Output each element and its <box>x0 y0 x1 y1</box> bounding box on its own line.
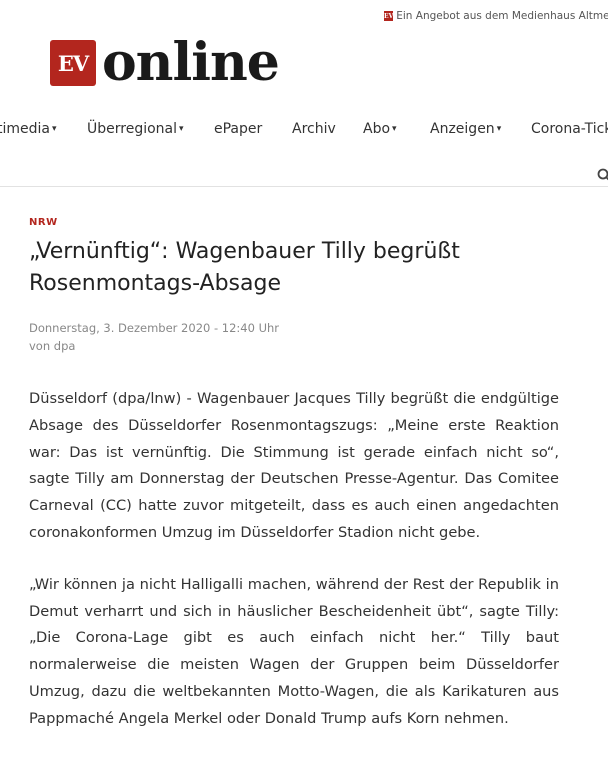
nav-divider <box>0 186 608 187</box>
logo-wordmark: online <box>102 32 280 93</box>
nav-item-archiv[interactable]: Archiv <box>292 121 336 137</box>
nav-label: ePaper <box>214 121 263 137</box>
article-paragraph: „Wir können ja nicht Halligalli machen, … <box>29 575 559 727</box>
article-paragraph: Düsseldorf (dpa/lnw) - Wagenbauer Jacque… <box>29 390 559 541</box>
nav-item-multimedia[interactable]: timedia ▾ <box>0 121 57 137</box>
nav-item-anzeigen[interactable]: Anzeigen ▾ <box>430 121 501 137</box>
publisher-logo-icon: EV <box>384 11 394 21</box>
nav-label: Anzeigen <box>430 121 495 137</box>
article-meta: Donnerstag, 3. Dezember 2020 - 12:40 Uhr… <box>29 319 279 355</box>
nav-item-abo[interactable]: Abo ▾ <box>363 121 397 137</box>
search-icon[interactable] <box>597 168 608 182</box>
nav-label: Corona-Tick <box>531 121 608 137</box>
chevron-down-icon: ▾ <box>392 124 397 134</box>
main-navigation: timedia ▾ Überregional ▾ ePaper Archiv Abo… <box>0 119 608 143</box>
nav-item-corona-ticker[interactable]: Corona-Tick <box>531 121 608 137</box>
nav-label: Abo <box>363 121 391 137</box>
publisher-bar: EV Ein Angebot aus dem Medienhaus Altmep <box>384 10 608 22</box>
site-logo[interactable]: EV online <box>50 32 280 93</box>
chevron-down-icon: ▾ <box>496 124 502 134</box>
logo-mark: EV <box>50 40 96 86</box>
nav-label: timedia <box>0 121 50 137</box>
nav-item-ueberregional[interactable]: Überregional ▾ <box>87 121 184 137</box>
chevron-down-icon: ▾ <box>179 124 184 134</box>
author-byline: von dpa <box>29 339 76 353</box>
nav-label: Archiv <box>292 121 336 137</box>
publish-date: Donnerstag, 3. Dezember 2020 - 12:40 Uhr <box>29 321 280 335</box>
article-title: „Vernünftig“: Wagenbauer Tilly begrüßt R… <box>29 239 460 296</box>
chevron-down-icon: ▾ <box>52 124 57 134</box>
nav-item-epaper[interactable]: ePaper <box>214 121 262 137</box>
publisher-text[interactable]: Ein Angebot aus dem Medienhaus Altmep <box>396 10 608 22</box>
article-body: Düsseldorf (dpa/lnw) - Wagenbauer Jacque… <box>29 386 559 758</box>
nav-label: Überregional <box>87 121 178 137</box>
category-label[interactable]: NRW <box>29 217 58 228</box>
